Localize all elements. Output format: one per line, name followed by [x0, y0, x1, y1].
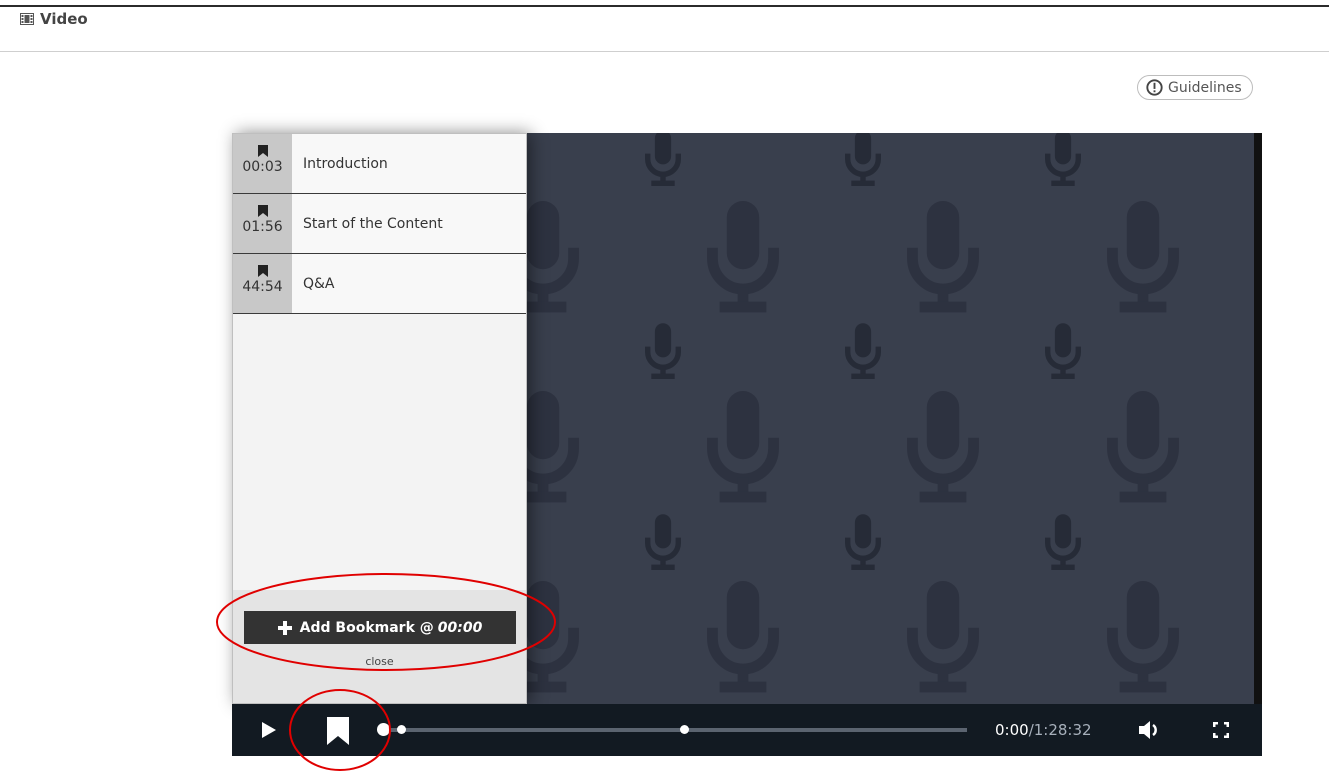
- progress-track[interactable]: [380, 728, 967, 732]
- fullscreen-icon[interactable]: [1213, 722, 1229, 738]
- section-title: Video: [40, 10, 88, 28]
- bookmark-icon: [257, 265, 268, 277]
- top-rule: [0, 5, 1329, 7]
- plus-icon: [277, 620, 292, 635]
- bookmark-title: Introduction: [303, 156, 388, 172]
- bookmark-panel: 00:03 Introduction 01:56 Start of the Co…: [232, 133, 527, 704]
- player-control-bar: 0:00/1:28:32: [232, 704, 1262, 756]
- progress-bookmark-marker[interactable]: [397, 725, 406, 734]
- bookmark-item[interactable]: 00:03 Introduction: [233, 134, 526, 194]
- play-icon[interactable]: [262, 722, 276, 738]
- bookmark-panel-footer: Add Bookmark @ 00:00 close: [233, 590, 526, 703]
- bookmark-icon: [257, 205, 268, 217]
- exclamation-circle-icon: [1146, 79, 1163, 96]
- bookmark-time-cell: 00:03: [233, 134, 292, 193]
- add-bookmark-label: Add Bookmark @: [299, 619, 434, 636]
- bookmark-time: 00:03: [242, 159, 283, 175]
- current-time: 0:00: [995, 721, 1029, 739]
- bookmark-icon: [257, 145, 268, 157]
- add-bookmark-button[interactable]: Add Bookmark @ 00:00: [244, 611, 516, 644]
- close-panel-link[interactable]: close: [233, 655, 526, 668]
- bookmark-title: Start of the Content: [303, 216, 443, 232]
- bookmark-time: 44:54: [242, 279, 283, 295]
- time-display: 0:00/1:28:32: [995, 721, 1092, 739]
- player-edge: [1254, 133, 1262, 705]
- guidelines-button[interactable]: Guidelines: [1137, 75, 1253, 100]
- bookmark-toggle-icon[interactable]: [327, 717, 349, 745]
- progress-handle[interactable]: [377, 723, 390, 736]
- section-header: Video: [20, 10, 88, 28]
- film-icon: [20, 13, 34, 25]
- volume-icon[interactable]: [1138, 719, 1160, 741]
- guidelines-label: Guidelines: [1168, 79, 1242, 96]
- bookmark-item[interactable]: 01:56 Start of the Content: [233, 194, 526, 254]
- add-bookmark-time: 00:00: [437, 619, 483, 636]
- bookmark-time: 01:56: [242, 219, 283, 235]
- progress-bookmark-marker[interactable]: [680, 725, 689, 734]
- bookmark-list: 00:03 Introduction 01:56 Start of the Co…: [233, 134, 526, 314]
- bookmark-time-cell: 44:54: [233, 254, 292, 313]
- bookmark-item[interactable]: 44:54 Q&A: [233, 254, 526, 314]
- duration: 1:28:32: [1033, 721, 1092, 739]
- section-divider: [0, 51, 1329, 52]
- bookmark-title: Q&A: [303, 276, 335, 292]
- bookmark-time-cell: 01:56: [233, 194, 292, 253]
